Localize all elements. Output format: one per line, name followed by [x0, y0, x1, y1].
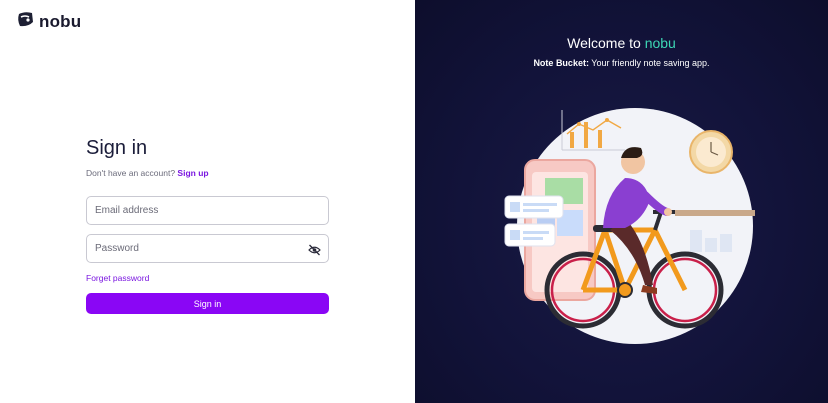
eye-off-icon[interactable] [308, 243, 321, 256]
no-account-text: Don't have an account? [86, 168, 176, 178]
tagline-bold: Note Bucket: [533, 58, 589, 68]
signup-prompt: Don't have an account? Sign up [86, 168, 329, 178]
email-input[interactable] [87, 197, 328, 224]
password-input[interactable] [87, 235, 328, 262]
sign-in-button[interactable]: Sign in [86, 293, 329, 314]
nobu-logo-icon [16, 11, 35, 33]
welcome-panel: Welcome to nobu Note Bucket: Your friend… [415, 0, 828, 403]
password-field[interactable] [86, 234, 329, 263]
tagline: Note Bucket: Your friendly note saving a… [415, 58, 828, 68]
cyclist-illustration [504, 108, 755, 344]
clock-icon [689, 130, 733, 174]
brand-logo[interactable]: nobu [16, 11, 81, 33]
email-field[interactable] [86, 196, 329, 225]
welcome-heading: Welcome to nobu [415, 35, 828, 51]
forgot-password-link[interactable]: Forget password [86, 273, 329, 283]
brand-name: nobu [39, 12, 82, 31]
signup-link[interactable]: Sign up [177, 168, 208, 178]
signin-form: Sign in Don't have an account? Sign up F… [86, 137, 329, 314]
login-panel: nobu Sign in Don't have an account? Sign… [0, 0, 415, 403]
page-title: Sign in [86, 137, 148, 159]
tagline-rest: Your friendly note saving app. [591, 58, 710, 68]
welcome-brand: nobu [644, 35, 676, 51]
welcome-prefix: Welcome to [567, 35, 641, 51]
